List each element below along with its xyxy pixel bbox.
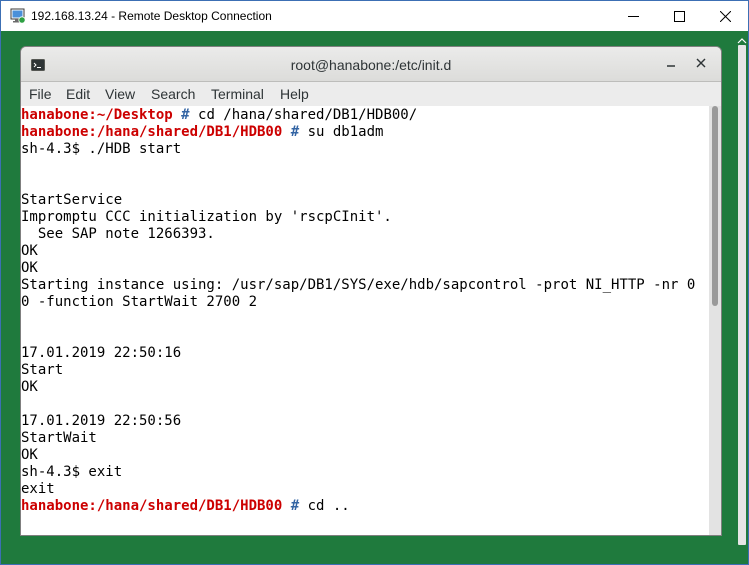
rdp-minimize-button[interactable] — [610, 1, 656, 31]
terminal-line: OK — [21, 260, 38, 276]
terminal-window-title: root@hanabone:/etc/init.d — [290, 57, 452, 73]
command-text: su db1adm — [307, 124, 384, 140]
menu-search[interactable]: Search — [151, 86, 195, 102]
terminal-line: StartWait — [21, 430, 97, 446]
terminal-line: Starting instance using: /usr/sap/DB1/SY… — [21, 277, 696, 293]
shell-prompt: hanabone:~/Desktop — [21, 107, 173, 123]
maximize-icon — [673, 10, 685, 22]
terminal-output[interactable]: hanabone:~/Desktop # cd /hana/shared/DB1… — [21, 106, 709, 535]
prompt-symbol: # — [282, 124, 308, 140]
terminal-window: root@hanabone:/etc/init.d File Edit View… — [21, 47, 721, 535]
remote-desktop-icon[interactable] — [10, 8, 26, 24]
shell-prompt: hanabone:/hana/shared/DB1/HDB00 — [21, 124, 283, 140]
command-text: cd .. — [307, 498, 350, 514]
desktop-scroll-up-icon[interactable] — [737, 33, 747, 44]
prompt-symbol: # — [282, 498, 308, 514]
close-icon — [696, 55, 706, 73]
menu-terminal[interactable]: Terminal — [211, 86, 264, 102]
terminal-line: exit — [21, 481, 55, 497]
remote-desktop-area[interactable]: root@hanabone:/etc/init.d File Edit View… — [1, 31, 748, 564]
rdp-titlebar[interactable]: 192.168.13.24 - Remote Desktop Connectio… — [1, 1, 748, 31]
menu-edit[interactable]: Edit — [66, 86, 90, 102]
rdp-maximize-button[interactable] — [656, 1, 702, 31]
remote-desktop-window: 192.168.13.24 - Remote Desktop Connectio… — [0, 0, 749, 565]
command-text: cd /hana/shared/DB1/HDB00/ — [198, 107, 418, 123]
terminal-close-button[interactable] — [693, 56, 709, 72]
menu-view[interactable]: View — [105, 86, 135, 102]
terminal-titlebar[interactable]: root@hanabone:/etc/init.d — [21, 47, 721, 82]
terminal-line: OK — [21, 243, 38, 259]
menu-help[interactable]: Help — [280, 86, 309, 102]
terminal-line: hanabone:/hana/shared/DB1/HDB00 # cd .. — [21, 498, 350, 515]
terminal-line: sh-4.3$ exit — [21, 464, 123, 480]
rdp-window-title: 192.168.13.24 - Remote Desktop Connectio… — [31, 9, 272, 23]
terminal-line: 17.01.2019 22:50:56 — [21, 413, 182, 429]
desktop-scrollbar-thumb[interactable] — [738, 45, 746, 545]
terminal-scrollbar-thumb[interactable] — [712, 106, 718, 306]
terminal-line: hanabone:/hana/shared/DB1/HDB00 # su db1… — [21, 124, 383, 141]
minimize-icon — [627, 11, 639, 22]
terminal-line: StartService — [21, 192, 123, 208]
terminal-menubar: File Edit View Search Terminal Help — [21, 82, 721, 106]
terminal-line: OK — [21, 447, 38, 463]
terminal-line: OK — [21, 379, 38, 395]
terminal-scrollbar[interactable] — [709, 106, 721, 535]
prompt-symbol: # — [172, 107, 199, 123]
minimize-icon — [666, 55, 676, 73]
terminal-minimize-button[interactable] — [663, 56, 679, 72]
menu-file[interactable]: File — [29, 86, 52, 102]
terminal-line: Impromptu CCC initialization by 'rscpCIn… — [21, 209, 392, 225]
shell-prompt: hanabone:/hana/shared/DB1/HDB00 — [21, 498, 283, 514]
terminal-line: 0 -function StartWait 2700 2 — [21, 294, 258, 310]
close-icon — [719, 10, 731, 22]
terminal-line: sh-4.3$ ./HDB start — [21, 141, 182, 157]
terminal-line: Start — [21, 362, 64, 378]
terminal-line: See SAP note 1266393. — [21, 226, 215, 242]
terminal-line: hanabone:~/Desktop # cd /hana/shared/DB1… — [21, 107, 417, 124]
rdp-close-button[interactable] — [702, 1, 748, 31]
terminal-line: 17.01.2019 22:50:16 — [21, 345, 182, 361]
